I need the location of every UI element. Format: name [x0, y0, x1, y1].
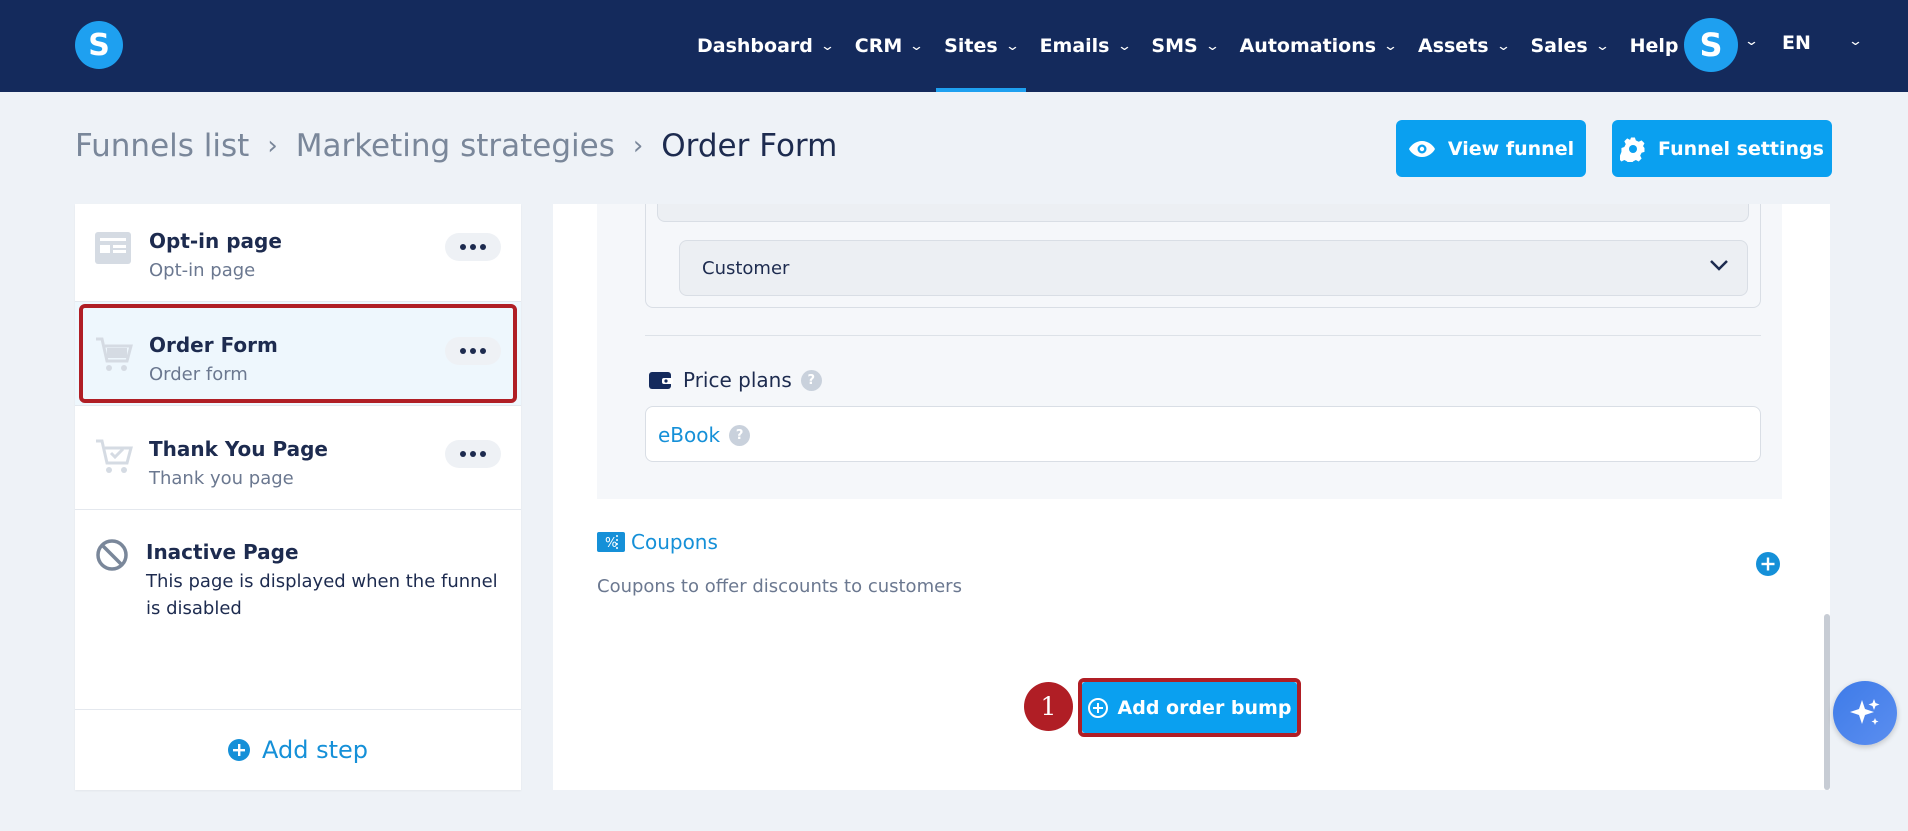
ai-assistant-button[interactable]	[1833, 681, 1897, 745]
nav-sites-label: Sites	[944, 35, 998, 57]
eye-icon	[1408, 140, 1435, 157]
sparkles-icon	[1850, 699, 1880, 725]
user-avatar[interactable]: S	[1684, 18, 1738, 72]
more-options-icon[interactable]	[445, 233, 501, 261]
funnel-settings-button[interactable]: Funnel settings	[1612, 120, 1832, 177]
more-options-icon[interactable]	[445, 337, 501, 365]
coupons-description: Coupons to offer discounts to customers	[597, 576, 962, 597]
step-number-badge: 1	[1024, 682, 1073, 731]
ban-icon	[95, 538, 129, 576]
chevron-right-icon: ›	[632, 131, 644, 161]
add-coupon-icon[interactable]	[1756, 552, 1780, 576]
app-logo[interactable]: S	[75, 21, 123, 69]
step-title: Opt-in page	[149, 229, 282, 253]
nav-dashboard-label: Dashboard	[697, 35, 813, 57]
price-plans-heading: Price plans ?	[649, 368, 822, 392]
step-title: Inactive Page	[146, 540, 299, 564]
breadcrumb-marketing-strategies[interactable]: Marketing strategies	[296, 128, 615, 164]
nav-automations-label: Automations	[1239, 35, 1377, 57]
step-inactive-page[interactable]: Inactive Page This page is displayed whe…	[75, 510, 521, 630]
plus-circle-icon	[227, 739, 250, 761]
nav-help-label: Help	[1629, 35, 1679, 57]
chevron-down-icon: ⌄	[1495, 38, 1511, 54]
step-description: This page is displayed when the funnel i…	[146, 571, 498, 619]
chevron-down-icon: ⌄	[819, 38, 835, 54]
add-order-bump-button[interactable]: Add order bump	[1082, 682, 1297, 733]
svg-text:%: %	[605, 536, 617, 551]
chevron-down-icon[interactable]: ⌄	[1744, 34, 1759, 49]
more-options-icon[interactable]	[445, 440, 501, 468]
step-title: Thank You Page	[149, 437, 328, 461]
price-plan-item[interactable]: eBook ?	[658, 423, 751, 447]
cart-check-icon	[95, 438, 133, 480]
step-thank-you-page[interactable]: Thank You Page Thank you page	[75, 406, 521, 510]
help-icon[interactable]: ?	[800, 369, 822, 391]
nav-dashboard[interactable]: Dashboard ⌄	[697, 0, 835, 92]
scrollbar[interactable]	[1824, 614, 1830, 790]
nav-sms-label: SMS	[1151, 35, 1198, 57]
coupons-label: Coupons	[631, 530, 718, 554]
step-title: Order Form	[149, 333, 278, 357]
page-title: Order Form	[661, 128, 838, 164]
nav-emails-label: Emails	[1039, 35, 1110, 57]
funnel-steps-panel: Opt-in page Opt-in page Order Form Order…	[75, 204, 521, 790]
top-navbar: S Dashboard ⌄ CRM ⌄ Sites ⌄ Emails ⌄ SMS ⌄ Au…	[0, 0, 1908, 92]
nav-sites[interactable]: Sites ⌄	[936, 0, 1026, 92]
gear-icon	[1620, 136, 1645, 162]
step-subtitle: Opt-in page	[149, 260, 256, 281]
view-funnel-button[interactable]: View funnel	[1396, 120, 1586, 177]
chevron-down-icon: ⌄	[909, 38, 925, 54]
plus-circle-icon	[1087, 697, 1108, 718]
chevron-down-icon: ⌄	[1116, 38, 1132, 54]
step-subtitle: Thank you page	[149, 468, 294, 489]
cart-icon	[95, 336, 133, 378]
nav-sales-label: Sales	[1530, 35, 1588, 57]
breadcrumb-funnels-list[interactable]: Funnels list	[75, 128, 249, 164]
price-plans-label: Price plans	[683, 368, 792, 392]
nav-crm[interactable]: CRM ⌄	[854, 0, 925, 92]
nav-crm-label: CRM	[854, 35, 903, 57]
nav-sms[interactable]: SMS ⌄	[1151, 0, 1220, 92]
chevron-down-icon: ⌄	[1382, 38, 1399, 54]
chevron-down-icon: ⌄	[1594, 38, 1610, 54]
coupon-icon: %	[597, 532, 625, 552]
price-plan-name: eBook	[658, 423, 721, 447]
price-plans-field[interactable]: eBook ?	[645, 406, 1761, 462]
breadcrumb: Funnels list › Marketing strategies › Or…	[75, 128, 837, 164]
add-order-bump-label: Add order bump	[1117, 696, 1292, 719]
page-form-icon	[95, 232, 131, 268]
chevron-right-icon: ›	[267, 131, 278, 161]
customer-select-value: Customer	[702, 258, 790, 279]
divider	[645, 335, 1761, 336]
wallet-icon	[649, 372, 673, 389]
funnel-settings-label: Funnel settings	[1658, 137, 1824, 160]
help-icon[interactable]: ?	[729, 424, 751, 446]
language-selector[interactable]: EN	[1782, 32, 1811, 54]
step-subtitle: Order form	[149, 364, 248, 385]
chevron-down-icon[interactable]: ⌄	[1848, 34, 1863, 49]
chevron-down-icon	[1710, 260, 1728, 271]
main-nav: Dashboard ⌄ CRM ⌄ Sites ⌄ Emails ⌄ SMS ⌄ Auto…	[697, 0, 1751, 92]
nav-assets[interactable]: Assets ⌄	[1417, 0, 1511, 92]
chevron-down-icon: ⌄	[1004, 38, 1020, 54]
coupons-heading[interactable]: % Coupons	[597, 530, 718, 554]
add-step-button[interactable]: Add step	[75, 709, 521, 790]
nav-help[interactable]: Help	[1630, 0, 1679, 92]
view-funnel-label: View funnel	[1447, 137, 1575, 160]
nav-sales[interactable]: Sales ⌄	[1530, 0, 1610, 92]
chevron-down-icon: ⌄	[1204, 38, 1220, 54]
add-step-label: Add step	[261, 736, 368, 764]
scrolled-select-field[interactable]	[657, 204, 1749, 222]
nav-emails[interactable]: Emails ⌄	[1039, 0, 1132, 92]
nav-assets-label: Assets	[1417, 35, 1489, 57]
step-order-form[interactable]: Order Form Order form	[75, 302, 521, 406]
customer-select[interactable]: Customer	[679, 240, 1748, 296]
step-opt-in-page[interactable]: Opt-in page Opt-in page	[75, 204, 521, 302]
nav-automations[interactable]: Automations ⌄	[1239, 0, 1399, 92]
